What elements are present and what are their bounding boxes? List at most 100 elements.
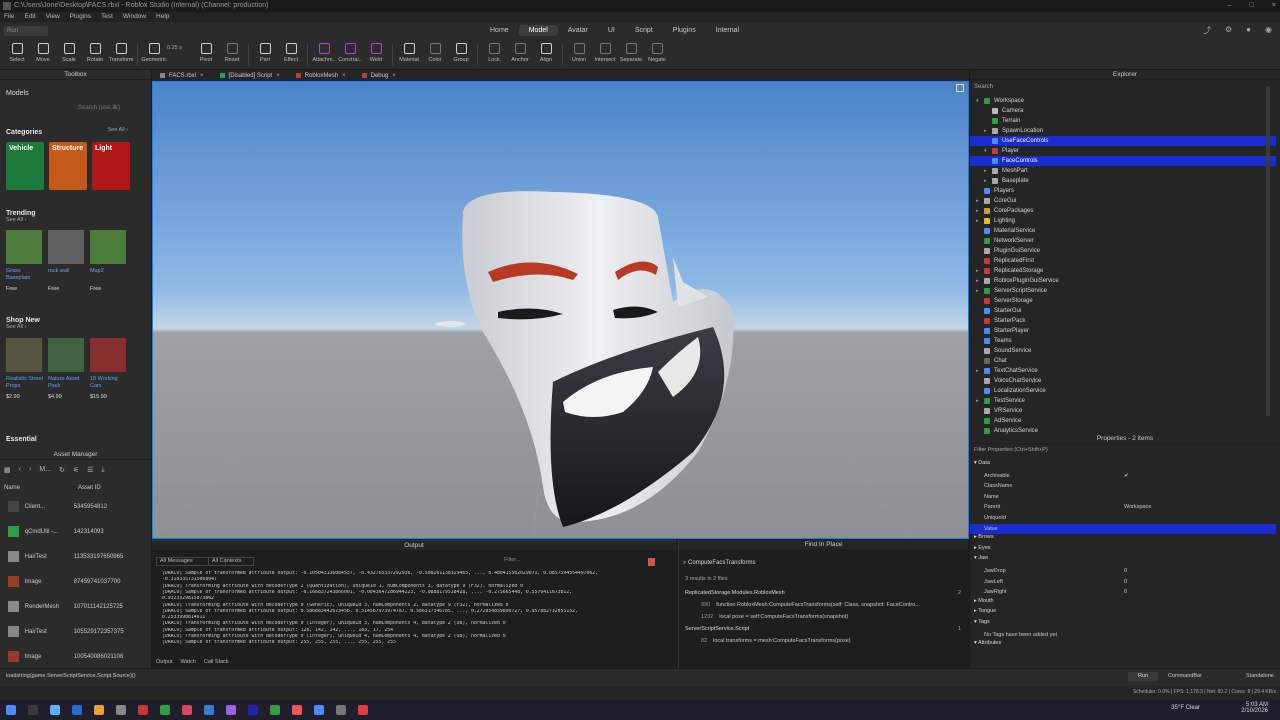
find-result-line[interactable]: 990 function RobloxMesh:ComputeFacsTransf… [701,602,961,608]
asset-thumbnail[interactable] [90,230,126,264]
property-value[interactable]: 0 [1124,577,1127,587]
property-category[interactable]: ▾ Tags [974,619,990,625]
taskbar-app-icon[interactable] [160,705,170,715]
tool-button[interactable]: Move [30,40,56,69]
tool-button[interactable]: Material [396,40,422,69]
expand-arrow-icon[interactable]: ▾ [984,146,992,156]
property-category[interactable]: ▸ Mouth [974,598,994,604]
asset-name[interactable]: rock wall [48,268,86,275]
category-tile[interactable]: Structure [49,142,87,190]
document-tab[interactable]: FACS.rbxl × [152,70,212,81]
property-value[interactable]: 0 [1124,587,1127,597]
explorer-item[interactable]: StarterGui [970,306,1276,316]
asset-thumbnail[interactable] [48,338,84,372]
property-category[interactable]: ▸ Eyes [974,545,991,551]
taskbar-app-icon[interactable] [204,705,214,715]
property-category[interactable]: ▾ Data [974,460,990,466]
menu-item[interactable]: Help [156,12,169,22]
taskbar-app-icon[interactable] [28,705,38,715]
expand-arrow-icon[interactable]: ▸ [984,176,992,186]
explorer-item[interactable]: ▸ Baseplate [970,176,1276,186]
explorer-item[interactable]: NetworkServer [970,236,1276,246]
explorer-item[interactable]: Camera [970,106,1276,116]
refresh-icon[interactable]: ↻ [59,466,65,474]
output-filter-input[interactable]: Filter... [504,557,634,566]
expand-arrow-icon[interactable]: ▸ [984,166,992,176]
explorer-item[interactable]: FaceControls [970,156,1276,166]
category-tile[interactable]: Light [92,142,130,190]
asset-row[interactable]: qCmdUtil -... 142314093 [0,519,152,544]
clear-output-icon[interactable] [648,558,655,566]
taskbar-app-icon[interactable] [226,705,236,715]
explorer-item[interactable]: ▾ Player [970,146,1276,156]
view-selector-icon[interactable] [956,84,964,92]
explorer-item[interactable]: Players [970,186,1276,196]
tool-button[interactable]: Attachm.. [311,40,337,69]
close-tab-icon[interactable]: × [276,73,280,79]
asset-thumbnail[interactable] [6,338,42,372]
close-tab-icon[interactable]: × [392,73,396,79]
find-result-line[interactable]: 1232 local pose = self:ComputeFacsTransfo… [701,614,961,620]
explorer-item[interactable]: Terrain [970,116,1276,126]
explorer-item[interactable]: SoundService [970,346,1276,356]
share-icon[interactable]: ⤴ [1203,25,1211,36]
explorer-item[interactable]: ▸ SpawnLocation [970,126,1276,136]
property-row[interactable]: Name [970,492,1276,502]
explorer-item[interactable]: ▸ ServerScriptService [970,286,1276,296]
close-tab-icon[interactable]: × [342,73,346,79]
tool-button[interactable]: Part [252,40,278,69]
explorer-item[interactable]: VoiceChatService [970,376,1276,386]
taskbar-app-icon[interactable] [138,705,148,715]
step-value[interactable]: 0.25 s [167,40,193,69]
explorer-item[interactable]: ▸ MeshPart [970,166,1276,176]
property-category[interactable]: ▾ Attributes [974,640,1001,646]
notification-icon[interactable]: ● [1246,25,1251,36]
explorer-item[interactable]: ▸ RobloxPluginGuiService [970,276,1276,286]
expand-arrow-icon[interactable]: ▾ [976,96,984,106]
property-row[interactable]: JawDrop 0 [970,566,1276,576]
menu-item[interactable]: Plugins [70,12,91,22]
expand-arrow-icon[interactable]: ▸ [984,126,992,136]
tool-button[interactable]: Transform [108,40,134,69]
property-row[interactable]: JawRight 0 [970,587,1276,597]
asset-name[interactable]: Grass Baseplate [6,268,44,282]
explorer-item[interactable]: ▸ TestService [970,396,1276,406]
3d-viewport[interactable] [152,81,969,539]
taskbar-app-icon[interactable] [248,705,258,715]
asset-thumbnail[interactable] [90,338,126,372]
document-tab[interactable]: [Disabled] Script × [212,70,288,81]
menu-item[interactable]: Test [101,12,113,22]
import-icon[interactable]: ⤓ [101,466,104,474]
tool-button[interactable]: Align [533,40,559,69]
clock[interactable]: 5:03 AM 2/10/2026 [1241,702,1268,714]
tool-button[interactable]: Pivot [193,40,219,69]
find-file-group[interactable]: ServerScriptService.Script 1 [685,626,961,632]
forward-icon[interactable]: › [29,466,31,474]
property-row[interactable]: UniqueId [970,513,1276,523]
taskbar-app-icon[interactable] [116,705,126,715]
tab-ui[interactable]: UI [598,25,625,36]
taskbar-app-icon[interactable] [314,705,324,715]
category-tile[interactable]: Vehicle [6,142,44,190]
maximize-icon[interactable]: □ [1250,0,1254,12]
list-icon[interactable]: ☰ [87,466,93,474]
tool-button[interactable]: Color [422,40,448,69]
asset-row[interactable]: Image 87459741037700 [0,569,152,594]
explorer-item[interactable]: ▸ CorePackages [970,206,1276,216]
explorer-item[interactable]: ▸ TextChatService [970,366,1276,376]
avatar[interactable]: ◉ [1265,25,1272,36]
tool-button[interactable]: Effect [278,40,304,69]
property-category[interactable]: ▸ Tongue [974,608,996,614]
asset-row[interactable]: RenderMesh 107011142125725 [0,594,152,619]
tool-button[interactable]: Weld [363,40,389,69]
explorer-item[interactable]: VRService [970,406,1276,416]
taskbar-app-icon[interactable] [270,705,280,715]
menu-item[interactable]: File [4,12,14,22]
explorer-item[interactable]: AdService [970,416,1276,426]
asset-name[interactable]: Nature Asset Pack [48,376,88,390]
trending-see-all-link[interactable]: See All › [6,217,26,223]
tool-button[interactable]: Anchor [507,40,533,69]
filter-icon[interactable]: ⚟ [73,466,79,474]
expand-arrow-icon[interactable]: ▸ [976,216,984,226]
contexts-filter[interactable]: All Contexts [208,557,254,566]
